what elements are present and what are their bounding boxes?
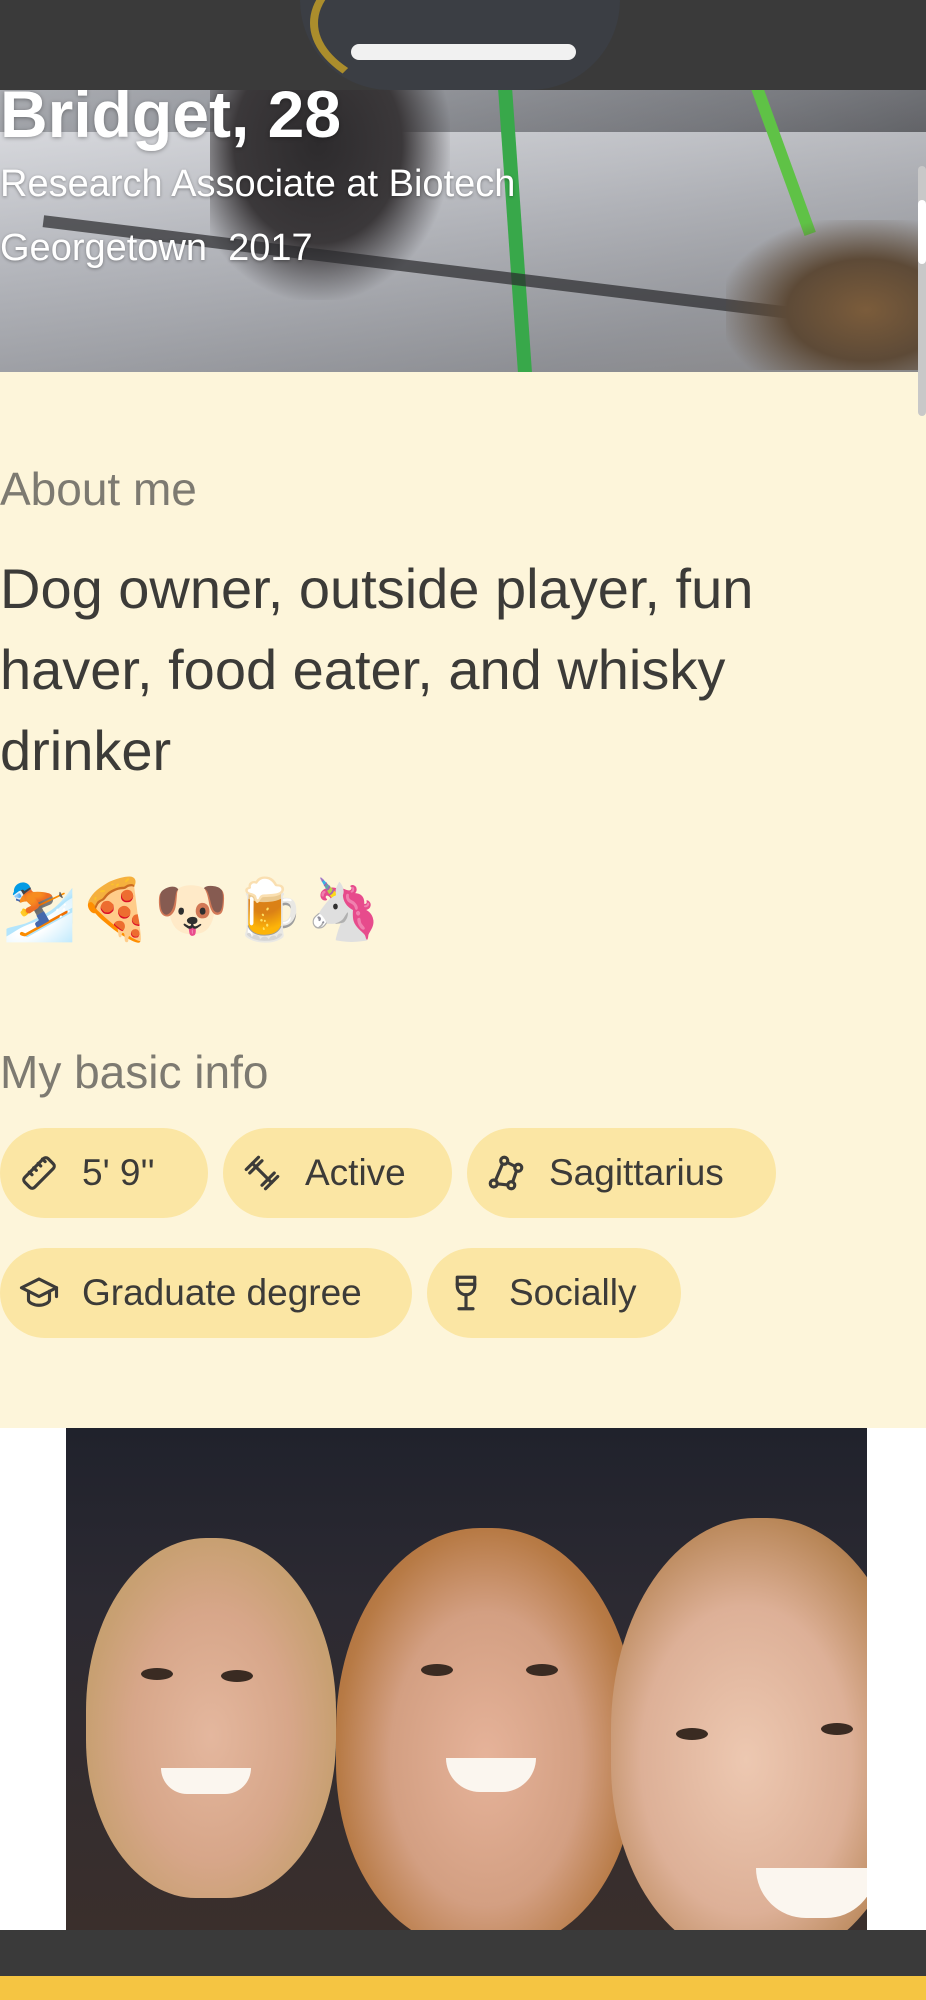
exercise-chip: Active xyxy=(223,1128,452,1218)
dog-emoji: 🐶 xyxy=(154,875,229,945)
wine-glass-icon xyxy=(455,1275,477,1311)
profile-summary: Bridget, 28 Research Associate at Biotec… xyxy=(0,76,700,280)
drinking-label: Socially xyxy=(509,1272,637,1313)
beer-emoji: 🍺 xyxy=(230,875,305,945)
drag-handle[interactable] xyxy=(351,44,576,60)
about-me-heading: About me xyxy=(0,463,197,515)
person-face xyxy=(86,1538,336,1898)
skier-emoji: ⛷️ xyxy=(2,875,77,945)
basic-info-heading: My basic info xyxy=(0,1046,269,1098)
ground-patch xyxy=(726,220,926,370)
constellation-icon xyxy=(488,1155,524,1191)
ruler-icon xyxy=(22,1156,56,1190)
eye xyxy=(526,1664,558,1676)
profile-page: Bridget, 28 Research Associate at Biotec… xyxy=(0,0,926,2000)
eye xyxy=(221,1670,253,1682)
sheet-top-bar xyxy=(0,0,926,90)
job-title: Research Associate at Biotech xyxy=(0,163,516,205)
exercise-label: Active xyxy=(305,1152,406,1193)
height-label: 5' 9'' xyxy=(82,1152,155,1193)
smile xyxy=(161,1768,251,1794)
education-chip: Graduate degree xyxy=(0,1248,412,1338)
eye xyxy=(821,1723,853,1735)
eye xyxy=(676,1728,708,1740)
drinking-chip: Socially xyxy=(427,1248,681,1338)
scrollbar-thumb[interactable] xyxy=(918,200,926,264)
about-me-text: Dog owner, outside player, fun haver, fo… xyxy=(0,557,754,782)
bottom-accent-bar[interactable] xyxy=(0,1976,926,2000)
height-chip: 5' 9'' xyxy=(0,1128,208,1218)
school: Georgetown 2017 xyxy=(0,227,313,269)
emoji-row: ⛷️ 🍕 🐶 🍺 🦄 xyxy=(2,870,381,950)
graduation-cap-icon xyxy=(19,1277,59,1307)
pizza-emoji: 🍕 xyxy=(78,875,153,945)
profile-photo-2[interactable] xyxy=(66,1428,867,1930)
eye xyxy=(421,1664,453,1676)
dumbbell-icon xyxy=(244,1155,280,1191)
education-label: Graduate degree xyxy=(82,1272,362,1313)
photo-section xyxy=(0,1428,926,1930)
unicorn-emoji: 🦄 xyxy=(306,875,381,945)
zodiac-label: Sagittarius xyxy=(549,1152,724,1193)
eye xyxy=(141,1668,173,1680)
bottom-bar xyxy=(0,1930,926,1976)
zodiac-chip: Sagittarius xyxy=(467,1128,776,1218)
person-face xyxy=(336,1528,636,1930)
